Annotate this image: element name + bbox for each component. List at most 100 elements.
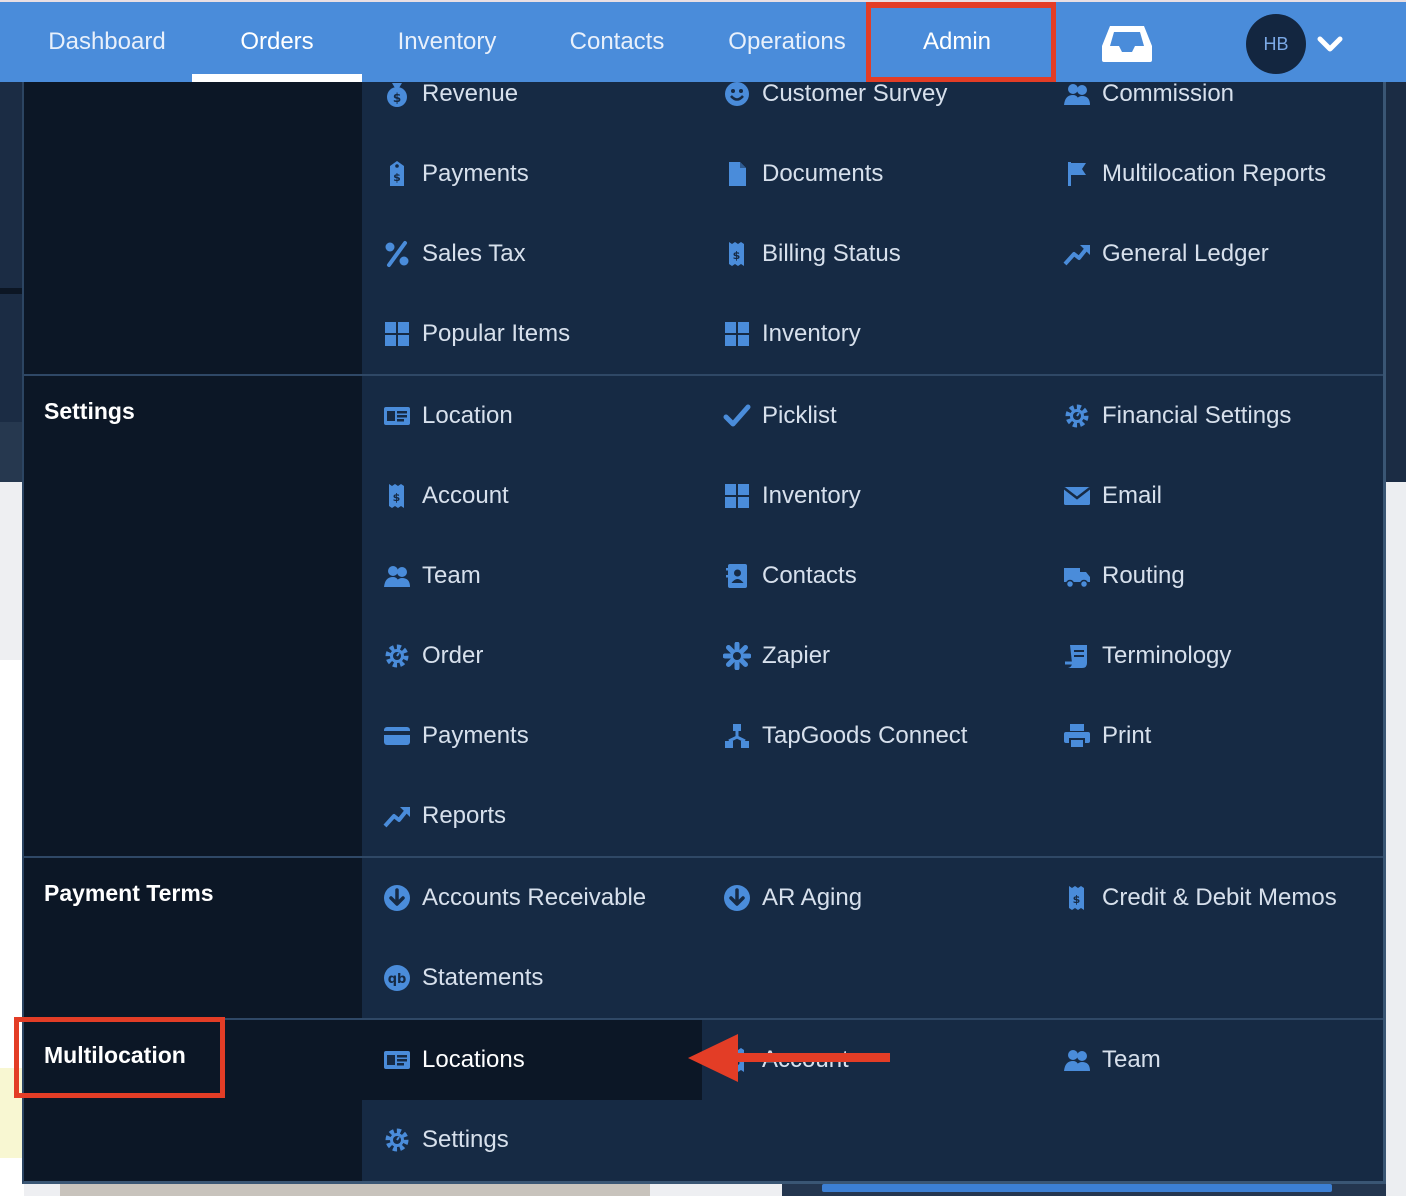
menu-item-tapgoods-connect[interactable]: TapGoods Connect [702, 696, 1042, 776]
menu-item-multilocation-team[interactable]: Team [1042, 1020, 1382, 1100]
admin-dropdown-menu: $ Revenue Customer Survey Commission $ Pay… [22, 80, 1386, 1184]
menu-item-revenue[interactable]: $ Revenue [362, 54, 702, 134]
menu-item-label: Customer Survey [762, 80, 948, 107]
nav-label: Dashboard [48, 28, 166, 55]
menu-item-label: Zapier [762, 642, 831, 669]
menu-item-payments-settings[interactable]: Payments [362, 696, 702, 776]
menu-item-payments-report[interactable]: $ Payments [362, 134, 702, 214]
percent-icon [382, 239, 412, 269]
nav-label: Inventory [397, 28, 497, 55]
trend-up-icon [382, 801, 412, 831]
menu-item-label: Routing [1102, 562, 1185, 589]
menu-item-documents[interactable]: Documents [702, 134, 1042, 214]
menu-item-picklist[interactable]: Picklist [702, 376, 1042, 456]
menu-item-inventory-report[interactable]: Inventory [702, 294, 1042, 374]
svg-text:$: $ [733, 1055, 741, 1068]
menu-item-order[interactable]: Order [362, 616, 702, 696]
menu-item-location[interactable]: Location [362, 376, 702, 456]
arrow-circle-down-icon [382, 883, 412, 913]
background-button [822, 1184, 1332, 1192]
menu-item-general-ledger[interactable]: General Ledger [1042, 214, 1382, 294]
menu-item-print[interactable]: Print [1042, 696, 1382, 776]
menu-item-label: Inventory [762, 320, 861, 347]
svg-text:$: $ [393, 91, 401, 105]
menu-item-label: General Ledger [1102, 240, 1269, 267]
nav-orders[interactable]: Orders [192, 2, 362, 82]
menu-item-team[interactable]: Team [362, 536, 702, 616]
menu-item-routing[interactable]: Routing [1042, 536, 1382, 616]
menu-item-accounts-receivable[interactable]: Accounts Receivable [362, 858, 702, 938]
menu-item-reports-settings[interactable]: Reports [362, 776, 702, 856]
background-divider [0, 288, 24, 294]
avatar-initials: HB [1263, 33, 1289, 54]
envelope-icon [1062, 481, 1092, 511]
section-title-settings: Settings [44, 398, 135, 424]
menu-item-label: Reports [422, 802, 507, 829]
svg-text:qb: qb [388, 972, 407, 987]
background-scroll-area [1386, 482, 1406, 1196]
background-photo [60, 1184, 650, 1196]
menu-item-label: Account [762, 1046, 849, 1073]
menu-item-popular-items[interactable]: Popular Items [362, 294, 702, 374]
arrow-circle-down-icon [722, 883, 752, 913]
menu-item-label: AR Aging [762, 884, 863, 911]
nav-label: Admin [922, 28, 992, 55]
background-tab [0, 422, 24, 482]
menu-item-label: Team [422, 562, 481, 589]
menu-item-label: Sales Tax [422, 240, 526, 267]
check-icon [722, 401, 752, 431]
menu-item-commission[interactable]: Commission [1042, 54, 1382, 134]
menu-item-financial-settings[interactable]: Financial Settings [1042, 376, 1382, 456]
asterisk-icon [722, 641, 752, 671]
menu-item-locations[interactable]: Locations [362, 1020, 702, 1100]
menu-item-multilocation-account[interactable]: $ Account [702, 1020, 1042, 1100]
menu-item-label: Payments [422, 160, 529, 187]
grid-icon [382, 319, 412, 349]
gear-icon [382, 1125, 412, 1155]
receipt-icon: $ [382, 481, 412, 511]
menu-item-label: TapGoods Connect [762, 722, 968, 749]
menu-item-label: Credit & Debit Memos [1102, 884, 1337, 911]
menu-item-label: Inventory [762, 482, 861, 509]
svg-text:$: $ [393, 171, 401, 184]
menu-item-label: Commission [1102, 80, 1235, 107]
section-reports: $ Revenue Customer Survey Commission $ Pay… [24, 80, 1383, 376]
menu-item-label: Team [1102, 1046, 1161, 1073]
users-icon [1062, 79, 1092, 109]
menu-item-label: Account [422, 482, 509, 509]
menu-item-label: Popular Items [422, 320, 571, 347]
menu-item-label: Contacts [762, 562, 857, 589]
menu-item-zapier[interactable]: Zapier [702, 616, 1042, 696]
menu-item-label: Payments [422, 722, 529, 749]
nav-label: Operations [728, 28, 846, 55]
menu-item-account[interactable]: $ Account [362, 456, 702, 536]
scroll-icon [1062, 641, 1092, 671]
id-card-icon [382, 401, 412, 431]
menu-item-sales-tax[interactable]: Sales Tax [362, 214, 702, 294]
menu-item-label: Settings [422, 1126, 509, 1153]
menu-item-label: Email [1102, 482, 1163, 509]
menu-item-multilocation-reports[interactable]: Multilocation Reports [1042, 134, 1382, 214]
menu-item-billing-status[interactable]: $ Billing Status [702, 214, 1042, 294]
menu-item-inventory-settings[interactable]: Inventory [702, 456, 1042, 536]
menu-item-ar-aging[interactable]: AR Aging [702, 858, 1042, 938]
printer-icon [1062, 721, 1092, 751]
menu-item-multilocation-settings[interactable]: Settings [362, 1100, 702, 1180]
section-title-payment-terms: Payment Terms [44, 880, 214, 906]
menu-item-email[interactable]: Email [1042, 456, 1382, 536]
network-icon [722, 721, 752, 751]
receipt-icon: $ [722, 1045, 752, 1075]
active-tab-indicator [192, 74, 362, 82]
menu-item-label: Order [422, 642, 484, 669]
menu-item-contacts[interactable]: Contacts [702, 536, 1042, 616]
nav-label: Contacts [569, 28, 665, 55]
menu-item-terminology[interactable]: Terminology [1042, 616, 1382, 696]
menu-item-credit-debit-memos[interactable]: $ Credit & Debit Memos [1042, 858, 1382, 938]
nav-dashboard[interactable]: Dashboard [22, 2, 192, 82]
menu-item-label: Revenue [422, 80, 519, 107]
menu-item-label: Accounts Receivable [422, 884, 647, 911]
menu-item-customer-survey[interactable]: Customer Survey [702, 54, 1042, 134]
gear-icon [382, 641, 412, 671]
smile-icon [722, 79, 752, 109]
menu-item-statements[interactable]: qb Statements [362, 938, 702, 1018]
